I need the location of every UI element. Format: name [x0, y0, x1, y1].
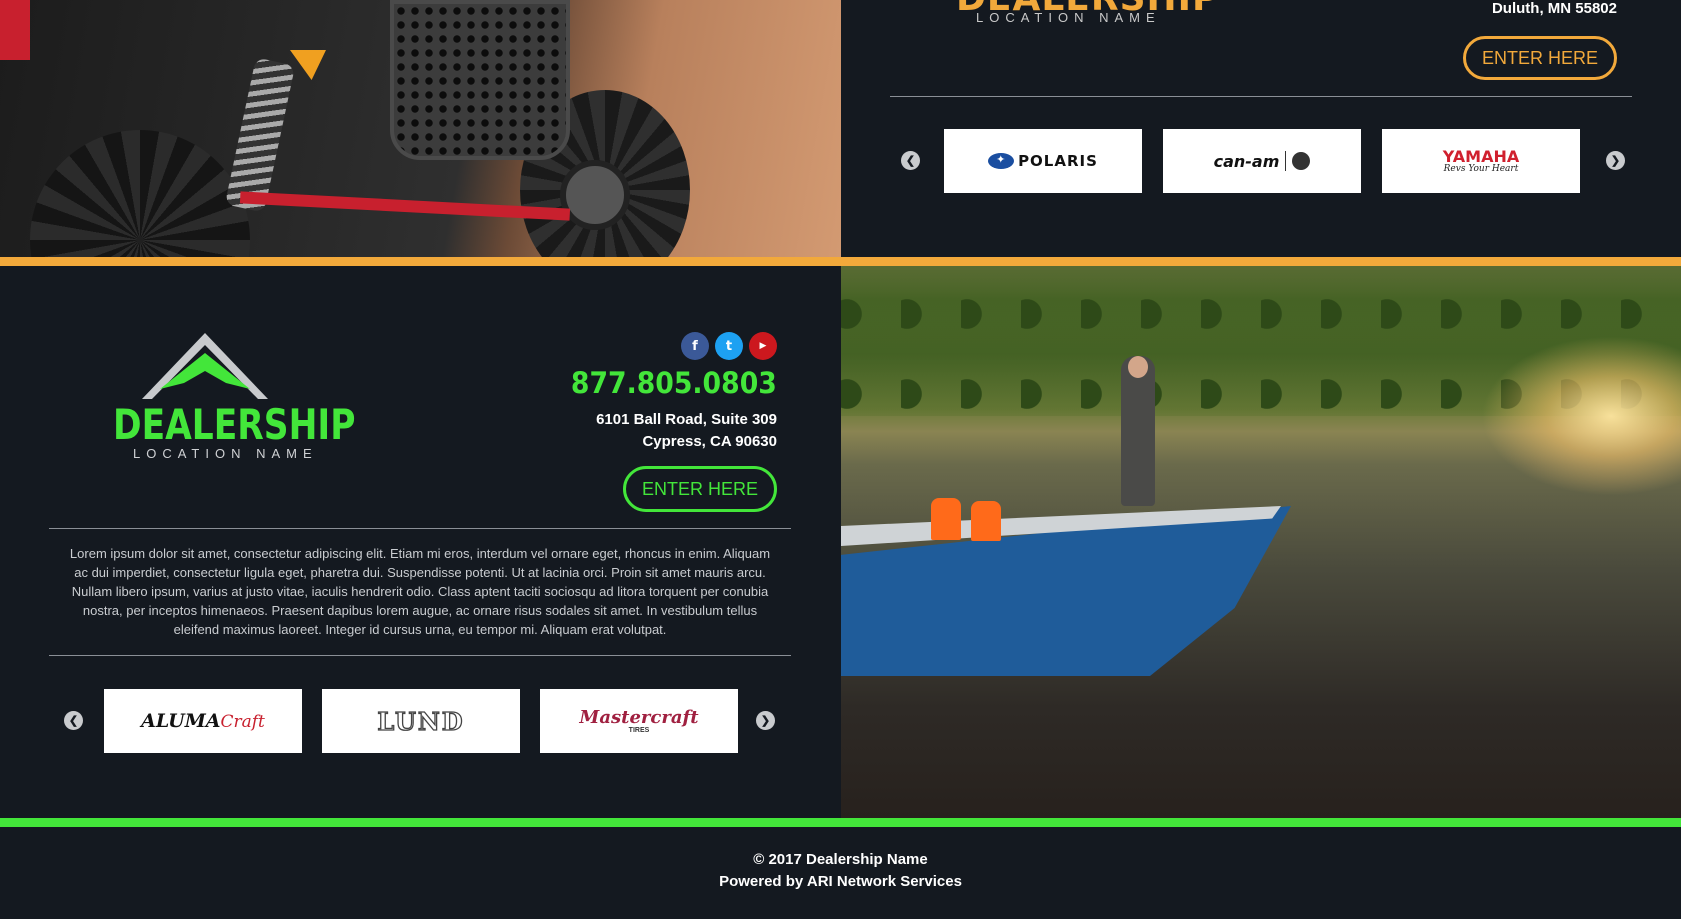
utv-grille — [390, 0, 570, 160]
divider — [49, 528, 791, 529]
mastercraft-tagline: TIRES — [628, 726, 650, 734]
alumacraft-logo: ALUMACraft — [141, 710, 265, 732]
location-description: Lorem ipsum dolor sit amet, consectetur … — [69, 546, 771, 637]
yamaha-wordmark: YAMAHA — [1442, 146, 1520, 166]
utv-wheel-hub — [560, 160, 630, 230]
utv-yellow-accent — [290, 50, 326, 80]
chevron-left-icon[interactable]: ❮ — [64, 711, 83, 730]
utv-shock-spring — [224, 57, 296, 213]
aluma-wordmark: ALUMA — [141, 710, 221, 732]
address-line-2: Cypress, CA 90630 — [642, 433, 777, 450]
canam-logo: can-am — [1214, 151, 1311, 171]
powered-by-link[interactable]: Powered by ARI Network Services — [0, 873, 1681, 890]
green-divider-band — [0, 818, 1681, 827]
polaris-wordmark: POLARIS — [1018, 152, 1098, 170]
top-location-section: DEALERSHIP LOCATION NAME Duluth, MN 5580… — [0, 0, 1681, 257]
lund-wordmark: LUND — [377, 706, 465, 736]
chevron-right-icon[interactable]: ❯ — [756, 711, 775, 730]
dealership-logo-location: LOCATION NAME — [133, 446, 318, 461]
page-footer: © 2017 Dealership Name Powered by ARI Ne… — [0, 827, 1681, 919]
utv-photo — [0, 0, 841, 257]
divider — [49, 655, 791, 656]
chevron-left-icon[interactable]: ❮ — [901, 151, 920, 170]
dealership-logo-location: LOCATION NAME — [976, 10, 1161, 25]
brand-logo-yamaha[interactable]: YAMAHA Revs Your Heart — [1382, 129, 1580, 193]
phone-number[interactable]: 877.805.0803 — [571, 366, 777, 400]
orange-divider-band — [0, 257, 1681, 266]
boat-seat — [971, 501, 1001, 541]
middle-location-info: DEALERSHIP LOCATION NAME f t ▶ 877.805.0… — [0, 266, 841, 818]
youtube-icon[interactable]: ▶ — [749, 332, 777, 360]
yamaha-tagline: Revs Your Heart — [1443, 163, 1519, 174]
craft-wordmark: Craft — [220, 712, 265, 732]
location-address: 6101 Ball Road, Suite 309 Cypress, CA 90… — [596, 409, 777, 453]
polaris-star-icon — [988, 153, 1015, 169]
brand-logo-lund[interactable]: LUND — [322, 689, 520, 753]
top-location-info: DEALERSHIP LOCATION NAME Duluth, MN 5580… — [841, 0, 1681, 257]
dealership-logo-word: DEALERSHIP — [113, 400, 356, 449]
brand-logo-alumacraft[interactable]: ALUMACraft — [104, 689, 302, 753]
canam-divider — [1285, 151, 1287, 171]
brp-gear-icon — [1292, 152, 1311, 170]
brand-logo-mastercraft[interactable]: Mastercraft TIRES — [540, 689, 738, 753]
enter-here-button[interactable]: ENTER HERE — [623, 466, 777, 512]
location-address: Duluth, MN 55802 — [1491, 0, 1617, 17]
polaris-logo: POLARIS — [988, 152, 1098, 170]
mastercraft-logo: Mastercraft TIRES — [579, 706, 699, 734]
social-links: f t ▶ — [681, 332, 777, 360]
brand-logo-polaris[interactable]: POLARIS — [944, 129, 1142, 193]
enter-here-button[interactable]: ENTER HERE — [1463, 36, 1617, 80]
twitter-icon[interactable]: t — [715, 332, 743, 360]
utv-frame-accent — [0, 0, 30, 60]
chevron-right-icon[interactable]: ❯ — [1606, 151, 1625, 170]
divider — [890, 96, 1632, 97]
fisherman — [1121, 356, 1155, 506]
brand-logo-canam[interactable]: can-am — [1163, 129, 1361, 193]
copyright-text: © 2017 Dealership Name — [753, 851, 928, 868]
utv-wheel-left — [30, 130, 250, 257]
facebook-icon[interactable]: f — [681, 332, 709, 360]
fishing-boat-photo — [841, 266, 1681, 818]
canam-wordmark: can-am — [1213, 151, 1280, 171]
fisherman-head — [1128, 356, 1148, 378]
boat-seat — [931, 498, 961, 540]
yamaha-logo: YAMAHA Revs Your Heart — [1442, 146, 1520, 174]
mastercraft-wordmark: Mastercraft — [579, 706, 699, 728]
address-line-1: 6101 Ball Road, Suite 309 — [596, 411, 777, 428]
dealership-roof-icon — [142, 333, 268, 399]
